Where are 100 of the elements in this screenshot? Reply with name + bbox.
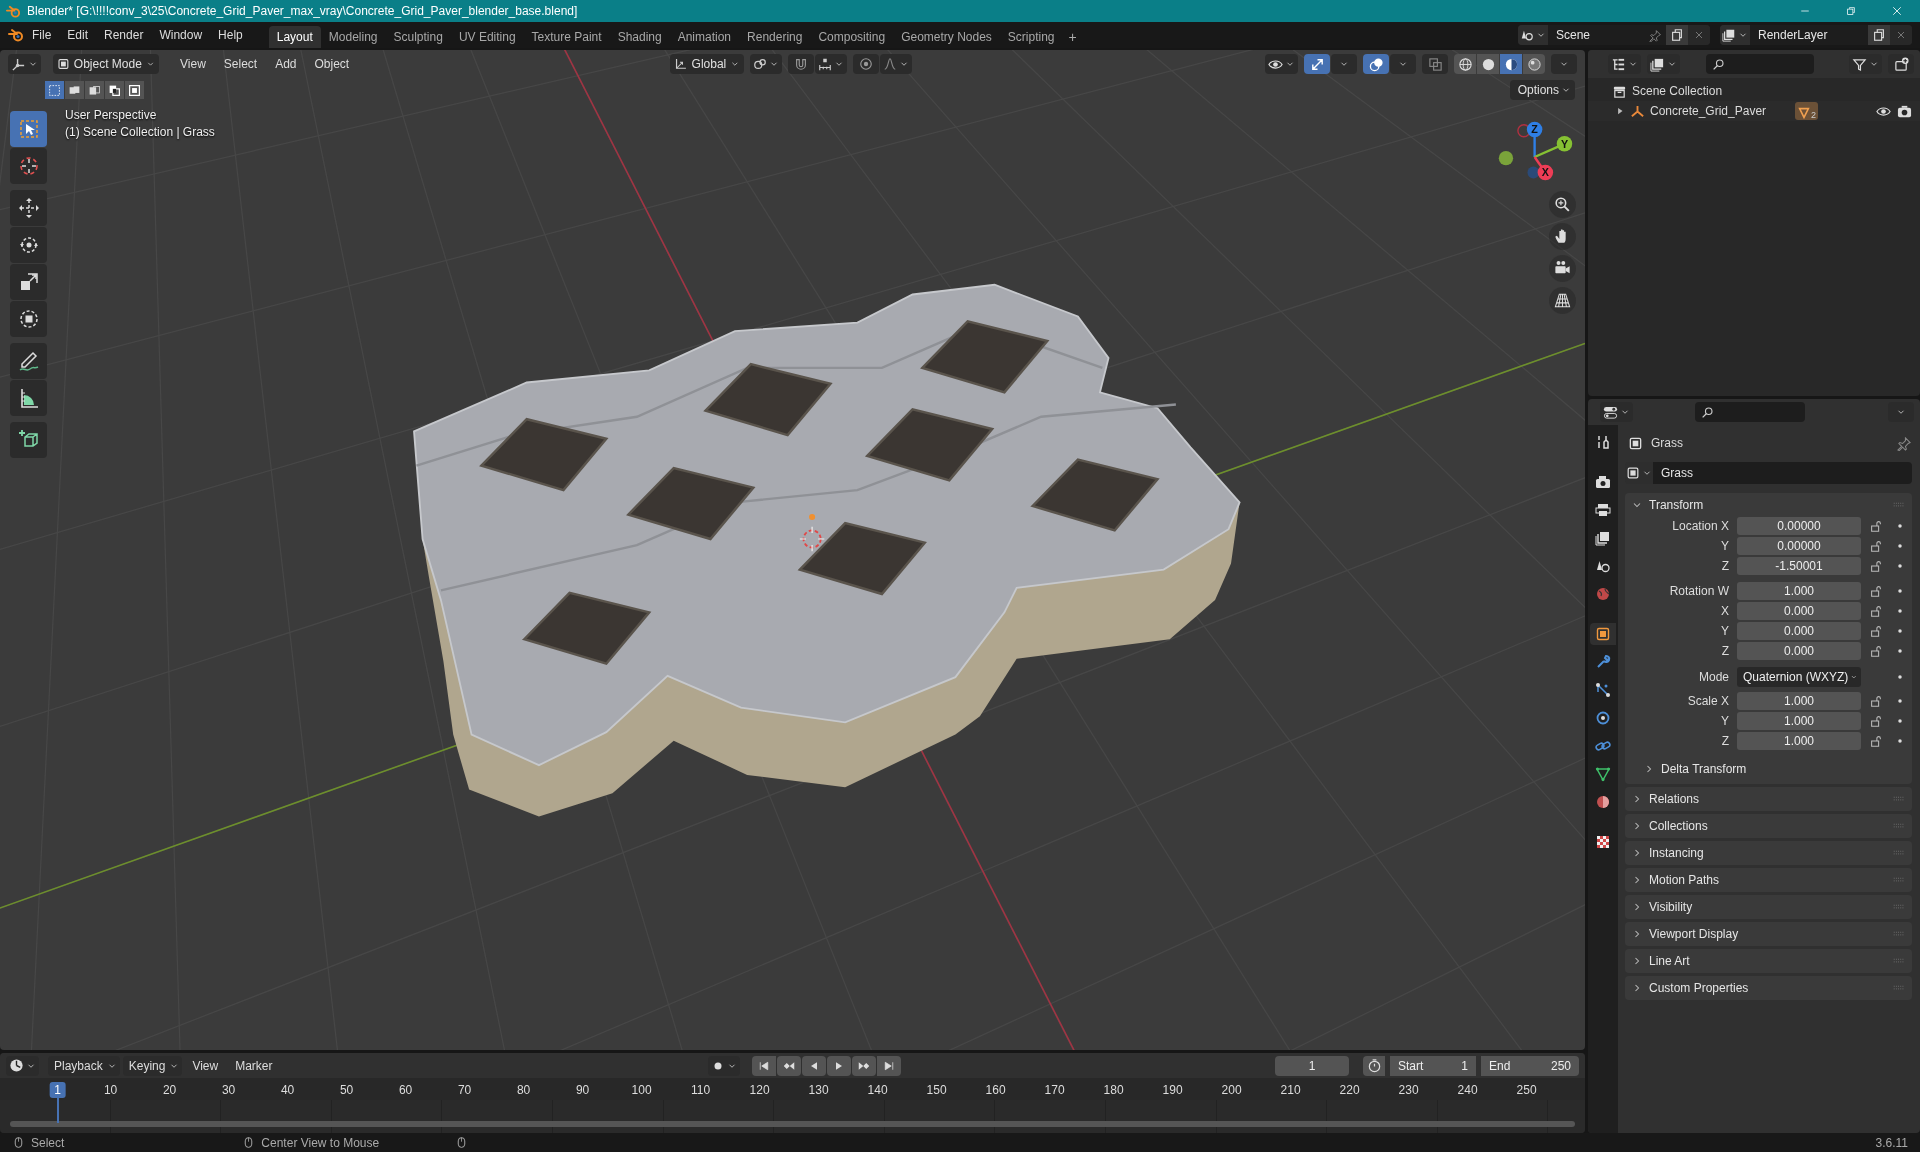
number-field[interactable]: 1.000: [1737, 692, 1861, 710]
jump-end-button[interactable]: [877, 1055, 901, 1076]
preview-range-button[interactable]: [1363, 1055, 1385, 1076]
number-field[interactable]: 0.000: [1737, 622, 1861, 640]
tool-button[interactable]: [10, 190, 47, 226]
padlock-icon[interactable]: [1869, 694, 1883, 708]
workspace-tab[interactable]: Layout: [268, 26, 321, 48]
orientation-dropdown[interactable]: Global: [670, 54, 744, 74]
padlock-icon[interactable]: [1869, 624, 1883, 638]
add-workspace-button[interactable]: +: [1062, 26, 1083, 48]
navigation-gizmo[interactable]: Z Y X: [1494, 116, 1580, 186]
prev-keyframe-button[interactable]: [777, 1055, 801, 1076]
start-frame-field[interactable]: Start 1: [1390, 1055, 1476, 1076]
expand-arrow-icon[interactable]: [1615, 106, 1625, 116]
visibility-button[interactable]: [1265, 54, 1298, 74]
panel-title[interactable]: Instancing: [1649, 846, 1704, 860]
outliner-item[interactable]: Concrete_Grid_Paver: [1650, 104, 1767, 118]
search-field[interactable]: [1695, 402, 1805, 422]
playhead-line[interactable]: [56, 1096, 59, 1123]
number-field[interactable]: 0.00000: [1737, 517, 1861, 535]
workspace-tab[interactable]: Compositing: [810, 26, 894, 48]
workspace-tab[interactable]: Scripting: [999, 26, 1063, 48]
view-layer-selector[interactable]: RenderLayer: [1750, 25, 1868, 45]
number-field[interactable]: 0.000: [1737, 642, 1861, 660]
shading-button[interactable]: [1454, 54, 1476, 74]
editor-type-button[interactable]: [8, 54, 41, 74]
padlock-icon[interactable]: [1869, 714, 1883, 728]
filter-button[interactable]: [1849, 54, 1882, 74]
duplicate-button[interactable]: [1868, 25, 1890, 45]
padlock-icon[interactable]: [1869, 644, 1883, 658]
tool-button[interactable]: [10, 227, 47, 263]
menu-dropdown[interactable]: Playback: [48, 1055, 120, 1076]
xray-toggle[interactable]: [1422, 54, 1448, 74]
record-button[interactable]: [708, 1055, 740, 1076]
panel-title[interactable]: Viewport Display: [1649, 927, 1739, 941]
number-field[interactable]: 1.000: [1737, 582, 1861, 600]
zoom-button[interactable]: [1549, 191, 1576, 218]
menu-item[interactable]: View: [185, 1055, 226, 1076]
name-field[interactable]: Grass: [1653, 462, 1912, 484]
workspace-tab[interactable]: Texture Paint: [523, 26, 610, 48]
number-field[interactable]: 1.000: [1737, 732, 1861, 750]
panel-title[interactable]: Motion Paths: [1649, 873, 1720, 887]
menu-item[interactable]: Add: [268, 54, 304, 74]
editor-type-button[interactable]: [6, 1055, 39, 1076]
snap-target-button[interactable]: [815, 54, 847, 74]
tool-button[interactable]: [10, 111, 47, 147]
end-frame-field[interactable]: End 250: [1481, 1055, 1579, 1076]
menu-item[interactable]: File: [24, 25, 60, 45]
tool-button[interactable]: [10, 301, 47, 337]
render-camera-icon[interactable]: [1897, 103, 1912, 119]
padlock-icon[interactable]: [1869, 584, 1883, 598]
padlock-icon[interactable]: [1869, 604, 1883, 618]
subpanel-title[interactable]: Delta Transform: [1661, 762, 1747, 776]
menu-item[interactable]: Edit: [59, 25, 97, 45]
tool-button[interactable]: [10, 422, 47, 458]
mode-dropdown[interactable]: Object Mode: [53, 54, 159, 74]
menu-item[interactable]: Marker: [228, 1055, 280, 1076]
falloff-button[interactable]: [880, 54, 912, 74]
menu-item[interactable]: Help: [210, 25, 251, 45]
menu-item[interactable]: View: [173, 54, 213, 74]
panel-title[interactable]: Transform: [1649, 498, 1704, 512]
editor-type-button[interactable]: [1600, 402, 1633, 422]
menu-item[interactable]: Window: [151, 25, 211, 45]
padlock-icon[interactable]: [1869, 559, 1883, 573]
tool-button[interactable]: [10, 264, 47, 300]
menu-item[interactable]: Render: [96, 25, 152, 45]
camera-view-button[interactable]: [1549, 255, 1576, 282]
properties-tab[interactable]: [1590, 623, 1616, 645]
frame-number[interactable]: 1: [49, 1082, 66, 1098]
padlock-icon[interactable]: [1869, 539, 1883, 553]
menu-item[interactable]: Select: [216, 54, 265, 74]
shading-button[interactable]: [1477, 54, 1499, 74]
workspace-tab[interactable]: Animation: [669, 26, 740, 48]
play-button[interactable]: [827, 1055, 851, 1076]
data-browse-button[interactable]: [1720, 25, 1750, 45]
workspace-tab[interactable]: Geometry Nodes: [893, 26, 1000, 48]
gizmo-toggle[interactable]: [1304, 54, 1330, 74]
panel-title[interactable]: Visibility: [1649, 900, 1693, 914]
pin-icon[interactable]: [1897, 435, 1912, 451]
play-reverse-button[interactable]: [802, 1055, 826, 1076]
panel-title[interactable]: Collections: [1649, 819, 1708, 833]
snap-button[interactable]: [788, 54, 814, 74]
tool-button[interactable]: [10, 343, 47, 379]
next-keyframe-button[interactable]: [852, 1055, 876, 1076]
new-collection-button[interactable]: [1888, 54, 1914, 74]
workspace-tab[interactable]: Shading: [609, 26, 670, 48]
duplicate-button[interactable]: [1666, 25, 1688, 45]
number-field[interactable]: 0.00000: [1737, 537, 1861, 555]
shading-button[interactable]: [1500, 54, 1522, 74]
current-frame-field[interactable]: 1: [1275, 1055, 1349, 1076]
shading-button[interactable]: [1523, 54, 1545, 74]
projection-button[interactable]: [1549, 287, 1576, 314]
menu-dropdown[interactable]: Keying: [122, 1055, 183, 1076]
data-browse-button[interactable]: [1518, 25, 1548, 45]
number-field[interactable]: -1.50001: [1737, 557, 1861, 575]
jump-start-button[interactable]: [752, 1055, 776, 1076]
scrollbar[interactable]: [10, 1121, 1575, 1127]
panel-title[interactable]: Relations: [1649, 792, 1700, 806]
number-field[interactable]: 0.000: [1737, 602, 1861, 620]
workspace-tab[interactable]: Rendering: [739, 26, 811, 48]
